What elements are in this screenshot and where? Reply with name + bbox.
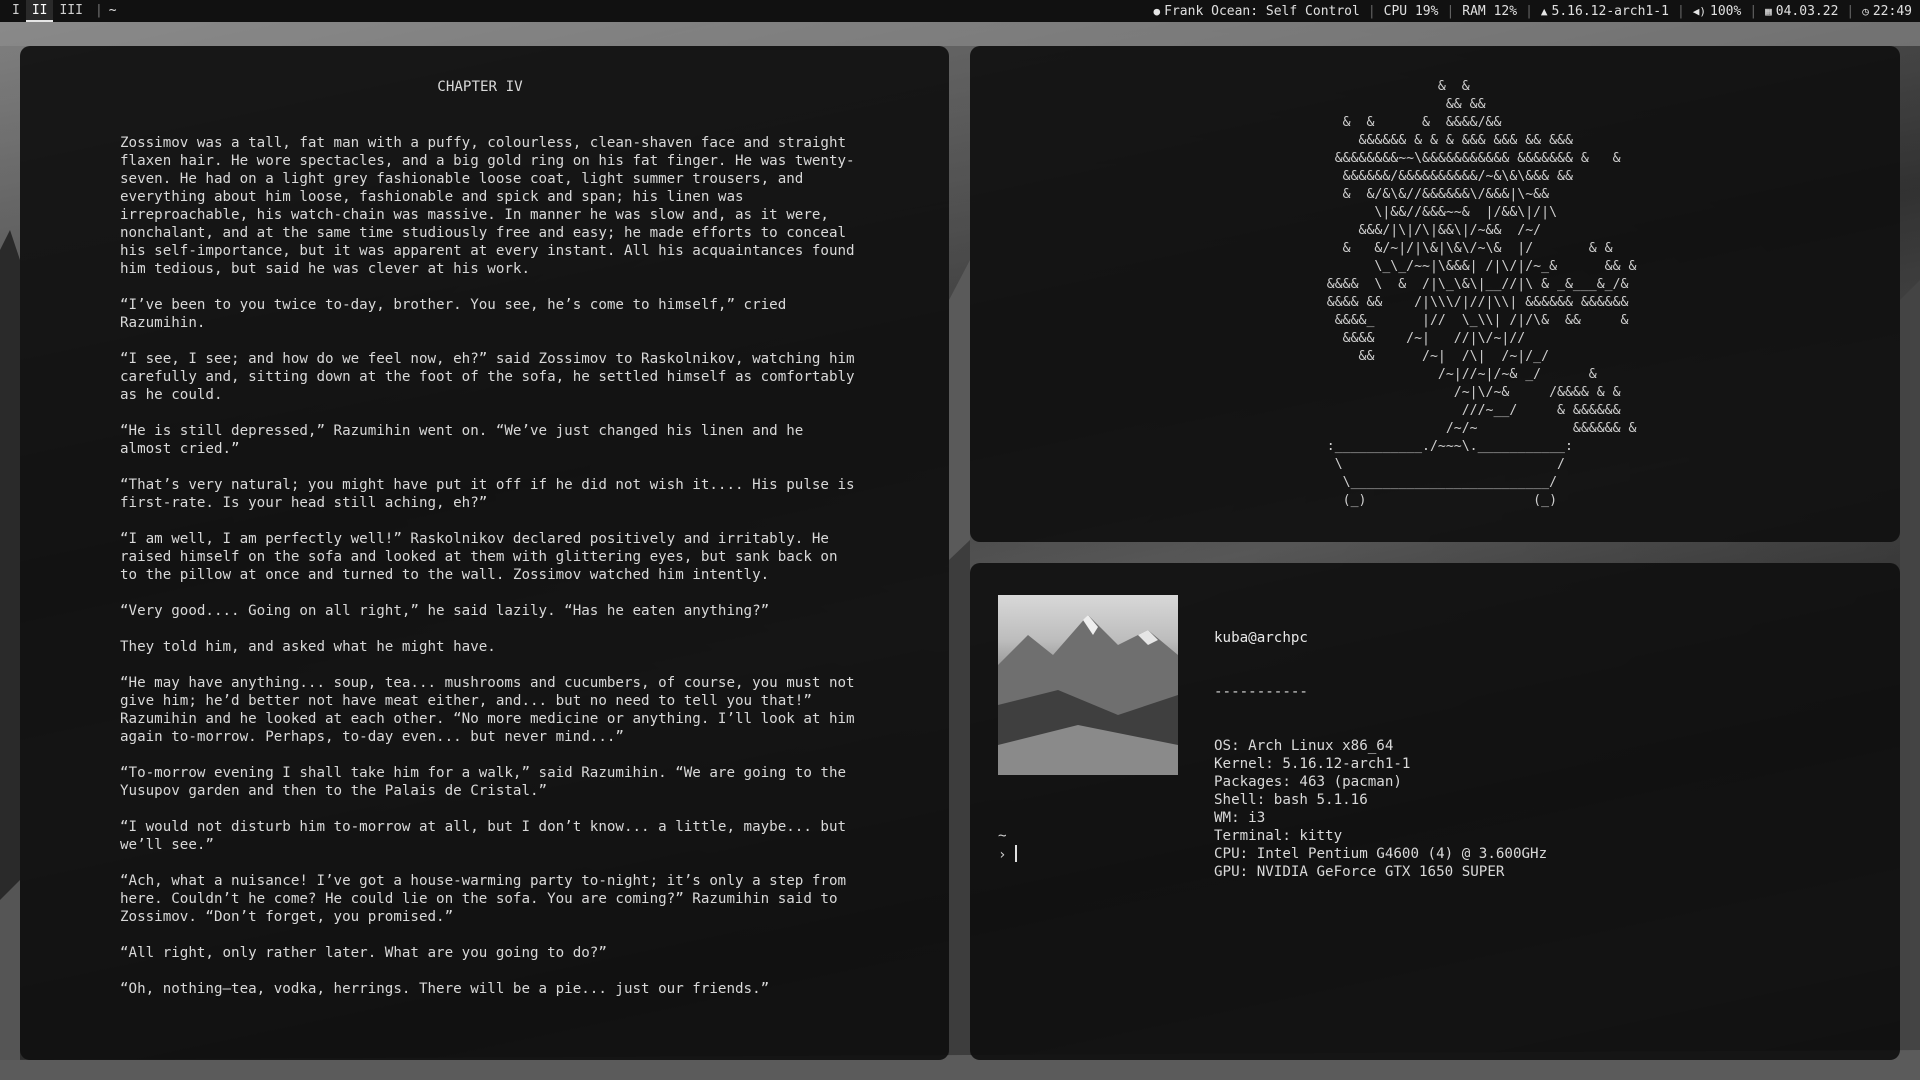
neofetch-output: kuba@archpc ----------- OS: Arch Linux x… [1214,593,1547,917]
speaker-icon: ◀) [1692,4,1707,18]
book-text: CHAPTER IV Zossimov was a tall, fat man … [120,78,860,1016]
clock-icon: ◷ [1862,4,1869,18]
user-host: kuba@archpc [1214,630,1308,646]
paragraph: “He may have anything... soup, tea... mu… [120,675,855,745]
workspace-switcher: I II III | ~ [0,0,117,22]
system-info-line: Packages: 463 (pacman) [1214,774,1402,790]
ascii-bonsai-tree: & & && && & & & &&&&/&& &&&&&& & & & &&&… [1326,79,1637,508]
current-directory: ~ [998,828,1007,844]
clock-block: ◷ 22:49 [1862,1,1912,22]
system-info-lines: OS: Arch Linux x86_64 Kernel: 5.16.12-arc… [1214,737,1547,881]
ascii-art-window[interactable]: & & && && & & & &&&&/&& &&&&&& & & & &&&… [970,46,1900,542]
paragraph: They told him, and asked what he might h… [120,639,496,655]
paragraph-list: Zossimov was a tall, fat man with a puff… [120,134,860,998]
shell-prompt[interactable]: ~ › [998,827,1017,864]
arch-logo-icon: ▲ [1540,4,1548,18]
terminal-window[interactable]: kuba@archpc ----------- OS: Arch Linux x… [970,563,1900,1060]
system-info-line: Kernel: 5.16.12-arch1-1 [1214,756,1411,772]
ram-usage: RAM 12% [1462,3,1518,19]
music-block[interactable]: ● Frank Ocean: Self Control [1154,1,1360,22]
system-info-line: Terminal: kitty [1214,828,1343,844]
paragraph: “To-morrow evening I shall take him for … [120,765,847,799]
date-text: 04.03.22 [1775,3,1839,19]
paragraph: “I am well, I am perfectly well!” Raskol… [120,531,838,583]
prompt-symbol: › [998,847,1007,863]
volume-block[interactable]: ◀) 100% [1693,1,1742,22]
ebook-reader-window[interactable]: CHAPTER IV Zossimov was a tall, fat man … [20,46,949,1060]
status-blocks: ● Frank Ocean: Self Control | CPU 19% | … [1154,0,1920,22]
paragraph: “Ach, what a nuisance! I’ve got a house-… [120,873,847,925]
paragraph: “I see, I see; and how do we feel now, e… [120,351,855,403]
workspace-2[interactable]: II [25,0,54,22]
paragraph: “He is still depressed,” Razumihin went … [120,423,804,457]
ram-block: RAM 12% [1462,1,1517,22]
system-info-line: Shell: bash 5.1.16 [1214,792,1368,808]
paragraph: “All right, only rather later. What are … [120,945,607,961]
workspace-1[interactable]: I [6,0,26,22]
kernel-version: 5.16.12-arch1-1 [1551,3,1669,19]
mountain-thumbnail-image [998,595,1178,775]
music-now-playing: Frank Ocean: Self Control [1164,3,1360,19]
paragraph: Zossimov was a tall, fat man with a puff… [120,135,855,277]
time-text: 22:49 [1872,3,1912,19]
top-status-bar: I II III | ~ ● Frank Ocean: Self Control… [0,0,1920,22]
volume-level: 100% [1710,3,1742,19]
bar-divider: | [94,3,103,18]
kernel-block: ▲ 5.16.12-arch1-1 [1541,1,1669,22]
system-info-line: OS: Arch Linux x86_64 [1214,738,1394,754]
chapter-title: CHAPTER IV [437,79,523,95]
workspace-3[interactable]: III [53,0,88,22]
spotify-icon: ● [1153,4,1161,18]
system-info-line: GPU: NVIDIA GeForce GTX 1650 SUPER [1214,864,1505,880]
cpu-block: CPU 19% [1384,1,1439,22]
calendar-icon: ▦ [1765,4,1772,18]
paragraph: “That’s very natural; you might have put… [120,477,855,511]
focused-window-title: ~ [108,3,117,18]
prompt-line[interactable]: › [998,845,1017,864]
date-block: ▦ 04.03.22 [1765,1,1838,22]
paragraph: “I would not disturb him to-morrow at al… [120,819,847,853]
mountain-photo [998,615,1178,775]
text-cursor [1014,845,1017,862]
system-info-line: CPU: Intel Pentium G4600 (4) @ 3.600GHz [1214,846,1548,862]
fetch-divider: ----------- [1214,684,1308,700]
system-info-line: WM: i3 [1214,810,1266,826]
paragraph: “Oh, nothing—tea, vodka, herrings. There… [120,981,770,997]
cpu-usage: CPU 19% [1383,3,1439,19]
paragraph: “I’ve been to you twice to-day, brother.… [120,297,787,331]
paragraph: “Very good.... Going on all right,” he s… [120,603,770,619]
